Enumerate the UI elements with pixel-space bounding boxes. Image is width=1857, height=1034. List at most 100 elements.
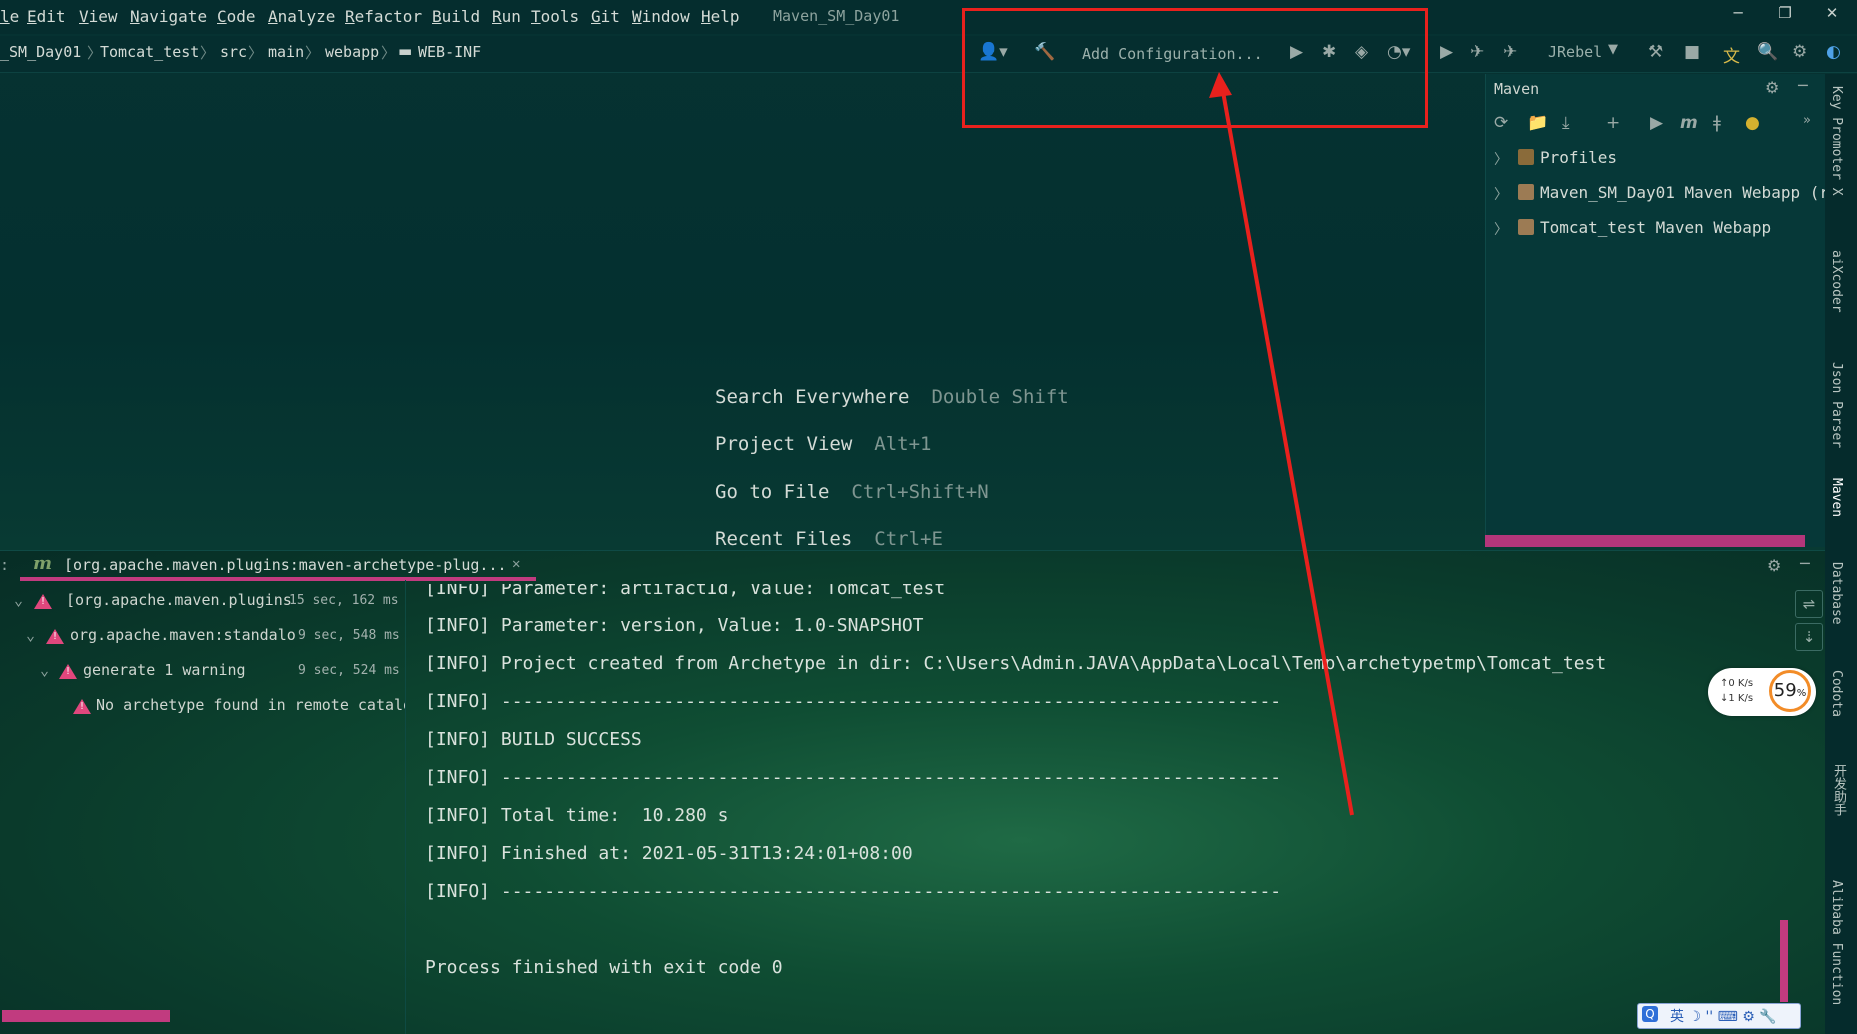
hint-go-to-file: Go to File Ctrl+Shift+N bbox=[715, 481, 989, 503]
breadcrumb-module[interactable]: Tomcat_test bbox=[100, 43, 199, 61]
hint-action: Go to File bbox=[715, 481, 830, 503]
skip-tests-icon[interactable]: ● bbox=[1745, 113, 1760, 133]
run-tree-item[interactable]: [org.apache.maven.plugins bbox=[66, 591, 292, 609]
maven-tab[interactable]: Maven bbox=[1829, 478, 1844, 517]
menu-build[interactable]: Build bbox=[432, 7, 480, 26]
alibaba-function-tab[interactable]: Alibaba Function bbox=[1829, 880, 1844, 1005]
run-tree-item[interactable]: generate 1 warning bbox=[83, 661, 246, 679]
ime-logo-icon[interactable]: Q bbox=[1642, 1006, 1658, 1022]
menu-edit[interactable]: Edit bbox=[27, 7, 66, 26]
menu-window[interactable]: Window bbox=[632, 7, 690, 26]
breadcrumb-main[interactable]: main bbox=[268, 43, 304, 61]
hint-action: Project View bbox=[715, 433, 853, 455]
hint-search-everywhere: Search Everywhere Double Shift bbox=[715, 386, 1069, 408]
warning-icon bbox=[73, 699, 91, 714]
chevron-right-icon[interactable]: 〉 bbox=[1494, 184, 1508, 204]
jrebel-dropdown[interactable]: JRebel bbox=[1548, 43, 1602, 61]
menu-view[interactable]: View bbox=[79, 7, 118, 26]
run-tree-time: 9 sec, 524 ms bbox=[298, 663, 400, 678]
chevron-down-icon[interactable]: ⌄ bbox=[40, 661, 49, 679]
download-icon[interactable]: ⤓ bbox=[1562, 113, 1570, 133]
hammer-icon[interactable]: ⚒ bbox=[1648, 42, 1663, 62]
chevron-right-icon[interactable]: 〉 bbox=[1494, 149, 1508, 169]
jrebel-debug-icon[interactable]: ✈ bbox=[1470, 42, 1484, 62]
ime-status[interactable]: 英 ☽ '' ⌨ ⚙ 🔧 bbox=[1670, 1006, 1777, 1026]
jrebel-deploy-icon[interactable]: ✈ bbox=[1503, 42, 1517, 62]
menu-run[interactable]: Run bbox=[492, 7, 521, 26]
download-speed: ↓1 K/s bbox=[1720, 693, 1754, 704]
close-tab-icon[interactable]: ✕ bbox=[512, 556, 520, 572]
stop-icon[interactable]: ■ bbox=[1684, 42, 1700, 62]
run-panel-label: : bbox=[0, 556, 10, 574]
window-title: Maven_SM_Day01 bbox=[773, 7, 900, 25]
hint-action: Search Everywhere bbox=[715, 386, 910, 408]
menu-analyze[interactable]: Analyze bbox=[268, 7, 335, 26]
run-tab[interactable]: [org.apache.maven.plugins:maven-archetyp… bbox=[64, 556, 507, 574]
breadcrumb-src[interactable]: src bbox=[220, 43, 247, 61]
run-tree-item[interactable]: org.apache.maven:standalo bbox=[70, 626, 296, 644]
generate-sources-icon[interactable]: 📁 bbox=[1527, 113, 1548, 133]
maven-module-icon bbox=[1518, 219, 1534, 235]
aixcoder-tab[interactable]: aiXcoder bbox=[1829, 250, 1844, 313]
soft-wrap-icon[interactable]: ⇌ bbox=[1795, 590, 1823, 618]
breadcrumb-project[interactable]: _SM_Day01 bbox=[0, 43, 81, 61]
menu-refactor[interactable]: Refactor bbox=[345, 7, 422, 26]
restore-button[interactable]: ❐ bbox=[1770, 4, 1800, 28]
menu-navigate[interactable]: Navigate bbox=[130, 7, 207, 26]
tree-console-divider[interactable] bbox=[405, 580, 406, 1034]
scroll-to-end-icon[interactable]: ⇣ bbox=[1795, 623, 1823, 651]
breadcrumb-separator: 〉 bbox=[248, 44, 264, 62]
more-icon[interactable]: » bbox=[1803, 113, 1811, 128]
breadcrumb-web-inf[interactable]: WEB-INF bbox=[418, 43, 481, 61]
tree-label: Profiles bbox=[1540, 148, 1618, 167]
tree-label: Tomcat_test Maven Webapp bbox=[1540, 218, 1772, 237]
console-scrollbar[interactable] bbox=[1780, 920, 1788, 1002]
run-maven-build-icon[interactable]: ▶ bbox=[1650, 113, 1663, 133]
minimize-button[interactable]: ─ bbox=[1723, 4, 1753, 28]
maven-tree-profiles[interactable]: 〉 Profiles bbox=[1494, 143, 1824, 175]
jrebel-run-icon[interactable]: ▶ bbox=[1440, 42, 1453, 62]
dev-helper-tab[interactable]: 开发助手 bbox=[1829, 764, 1848, 816]
console-line: [INFO] Total time: 10.280 s bbox=[425, 805, 729, 826]
maven-scrollbar[interactable] bbox=[1485, 535, 1805, 547]
codota-tab[interactable]: Codota bbox=[1829, 670, 1844, 717]
maven-tree-project[interactable]: 〉 Tomcat_test Maven Webapp bbox=[1494, 213, 1824, 245]
reload-icon[interactable]: ⟳ bbox=[1494, 113, 1508, 133]
menu-code[interactable]: Code bbox=[217, 7, 256, 26]
maven-hide-icon[interactable]: ─ bbox=[1798, 76, 1808, 95]
chevron-down-icon[interactable]: ⌄ bbox=[26, 626, 35, 644]
database-tab[interactable]: Database bbox=[1829, 562, 1844, 625]
plugin-icon[interactable]: ◐ bbox=[1826, 42, 1841, 62]
usage-percent-unit: % bbox=[1796, 688, 1807, 699]
close-button[interactable]: ✕ bbox=[1817, 4, 1847, 28]
menu-file[interactable]: le bbox=[0, 7, 19, 26]
chevron-right-icon[interactable]: 〉 bbox=[1494, 219, 1508, 239]
key-promoter-tab[interactable]: Key Promoter X bbox=[1829, 86, 1844, 196]
search-icon[interactable]: 🔍 bbox=[1757, 42, 1778, 62]
run-settings-icon[interactable]: ⚙ bbox=[1767, 556, 1781, 575]
add-maven-project-icon[interactable]: + bbox=[1606, 113, 1620, 133]
menu-git[interactable]: Git bbox=[591, 7, 620, 26]
json-parser-tab[interactable]: Json Parser bbox=[1829, 362, 1844, 448]
maven-settings-icon[interactable]: ⚙ bbox=[1765, 78, 1779, 97]
menu-tools[interactable]: Tools bbox=[531, 7, 579, 26]
maven-panel-title: Maven bbox=[1494, 80, 1540, 98]
run-hide-icon[interactable]: ─ bbox=[1800, 554, 1810, 573]
folder-icon: ▬ bbox=[398, 42, 413, 60]
breadcrumb-separator: 〉 bbox=[381, 44, 397, 62]
run-tree-item[interactable]: No archetype found in remote catalo bbox=[96, 696, 406, 714]
dropdown-arrow-icon[interactable]: ▼ bbox=[1608, 42, 1618, 57]
upload-speed: ↑0 K/s bbox=[1720, 678, 1754, 689]
menu-help[interactable]: Help bbox=[701, 7, 740, 26]
toggle-offline-icon[interactable]: ǂ bbox=[1713, 113, 1721, 133]
console-line: [INFO] ---------------------------------… bbox=[425, 767, 1282, 788]
breadcrumb-webapp[interactable]: webapp bbox=[325, 43, 379, 61]
settings-icon[interactable]: ⚙ bbox=[1792, 42, 1807, 62]
hint-shortcut: Double Shift bbox=[931, 386, 1069, 408]
translate-icon[interactable]: 文 bbox=[1723, 42, 1740, 67]
execute-maven-goal-icon[interactable]: m bbox=[1680, 113, 1698, 133]
usage-percent: 59 bbox=[1773, 680, 1797, 701]
maven-tree-project[interactable]: 〉 Maven_SM_Day01 Maven Webapp (roo bbox=[1494, 178, 1848, 210]
run-tree-scrollbar[interactable] bbox=[2, 1010, 170, 1022]
chevron-down-icon[interactable]: ⌄ bbox=[14, 591, 23, 609]
